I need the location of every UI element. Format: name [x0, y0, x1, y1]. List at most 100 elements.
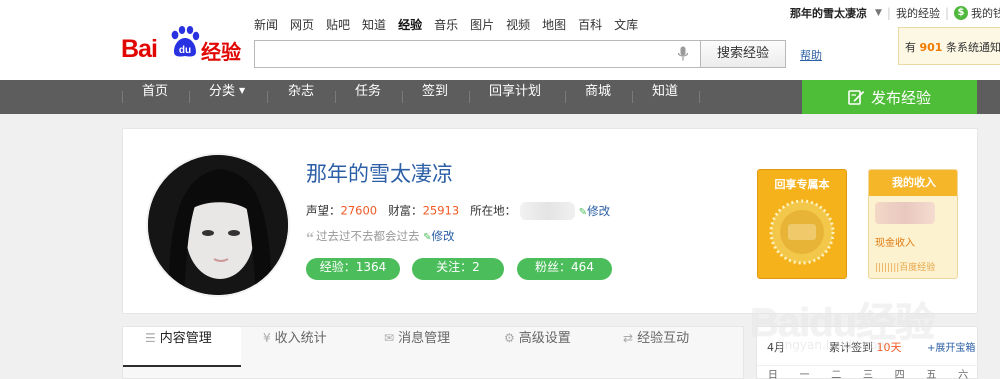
profile-name: 那年的雪太凄凉	[306, 162, 453, 186]
location-value-blurred	[520, 202, 576, 220]
chevron-down-icon: ▼	[239, 86, 246, 95]
income-footer: ||||||||百度经验	[875, 260, 935, 273]
my-income-card[interactable]: 我的收入 现金收入 ||||||||百度经验	[868, 169, 958, 279]
my-wallet-link[interactable]: 我的钱	[971, 5, 1000, 21]
top-nav-jingyan[interactable]: 经验	[398, 16, 422, 33]
top-nav-images[interactable]: 图片	[470, 16, 494, 33]
weekday: 四	[894, 370, 905, 379]
main-nav-category[interactable]: 分类 ▼	[209, 80, 245, 114]
nav-divider	[632, 91, 633, 103]
publish-experience-button[interactable]: 发布经验	[802, 80, 977, 114]
exchange-icon: ⇄	[623, 331, 634, 345]
dollar-coin-icon: $	[954, 6, 969, 20]
edit-location-label: 修改	[587, 203, 611, 218]
medal-icon	[769, 199, 835, 265]
edit-motto-label: 修改	[431, 229, 455, 243]
tab-label: 消息管理	[398, 331, 451, 346]
top-nav-baike[interactable]: 百科	[578, 16, 602, 33]
tab-experience-interaction[interactable]: ⇄ 经验互动	[623, 327, 723, 367]
notice-count: 901	[919, 41, 943, 54]
edit-location-link[interactable]: ✎修改	[579, 204, 610, 218]
main-nav-magazine[interactable]: 杂志	[288, 80, 314, 114]
motto-text: 过去过不去都会过去	[316, 229, 420, 243]
search-input[interactable]	[254, 40, 700, 68]
open-treasure-link[interactable]: +展开宝箱	[927, 339, 975, 354]
weekday-row: 日 一 二 三 四 五 六	[757, 365, 979, 379]
profile-motto: “过去过不去都会过去 ✎修改	[306, 228, 455, 248]
nav-divider	[189, 91, 190, 103]
open-treasure-label: 展开宝箱	[935, 343, 976, 354]
top-nav-video[interactable]: 视频	[506, 16, 530, 33]
weekday: 六	[958, 370, 969, 379]
system-notice-tooltip[interactable]: 有 901 条系统通知	[898, 27, 1000, 65]
weekday: 日	[767, 370, 778, 379]
weekday: 二	[831, 370, 842, 379]
notice-prefix: 有	[905, 41, 916, 54]
tab-message-management[interactable]: ✉ 消息管理	[384, 327, 484, 367]
wealth-value: 25913	[422, 203, 460, 218]
huixiang-exclusive-badge[interactable]: 回享专属本	[757, 169, 847, 279]
reputation-value: 27600	[340, 203, 378, 218]
wealth-label: 财富：	[388, 203, 423, 218]
nav-divider	[122, 91, 123, 103]
calendar-month: 4月	[767, 341, 785, 354]
publish-label: 发布经验	[870, 88, 931, 107]
help-link[interactable]: 帮助	[800, 47, 822, 63]
reputation-label: 声望：	[306, 203, 341, 218]
pencil-icon: ✎	[578, 206, 588, 218]
tab-income-stats[interactable]: ¥ 收入统计	[263, 327, 363, 367]
mail-icon: ✉	[384, 331, 395, 345]
main-nav-tasks[interactable]: 任务	[355, 80, 381, 114]
main-nav-category-label: 分类	[209, 84, 236, 99]
user-bar: 那年的雪太凄凉 ▼ | 我的经验 | $ 我的钱	[790, 5, 1000, 21]
tab-advanced-settings[interactable]: ⚙ 高级设置	[504, 327, 604, 367]
checkin-calendar: 4月 累计签到 10天 +展开宝箱 日 一 二 三 四 五 六	[756, 326, 979, 379]
cash-income-label: 现金收入	[875, 238, 915, 249]
avatar-photo	[148, 155, 288, 295]
nav-divider	[267, 91, 268, 103]
main-nav-huixiang-plan[interactable]: 回享计划	[489, 80, 541, 114]
top-nav-music[interactable]: 音乐	[434, 16, 458, 33]
quote-icon: “	[306, 230, 314, 247]
edit-icon	[848, 89, 865, 105]
tab-content-management[interactable]: ☰ 内容管理	[123, 327, 241, 367]
search-button[interactable]: 搜索经验	[700, 40, 786, 68]
main-nav-mall[interactable]: 商城	[585, 80, 611, 114]
top-nav-wenku[interactable]: 文库	[614, 16, 638, 33]
top-nav-zhidao[interactable]: 知道	[362, 16, 386, 33]
chevron-down-icon[interactable]: ▼	[875, 8, 882, 18]
tab-label: 经验互动	[637, 331, 690, 346]
baidu-jingyan-logo[interactable]: Bai du 经验	[121, 22, 251, 68]
top-nav-news[interactable]: 新闻	[254, 16, 278, 33]
main-nav-home[interactable]: 首页	[142, 80, 168, 114]
notice-suffix: 条系统通知	[945, 41, 1000, 54]
experience-count-pill[interactable]: 经验：1364	[306, 258, 400, 280]
gear-icon: ⚙	[504, 331, 515, 345]
weekday: 三	[862, 370, 873, 379]
location-label: 所在地：	[470, 203, 517, 218]
main-nav-checkin[interactable]: 签到	[422, 80, 448, 114]
username-link[interactable]: 那年的雪太凄凉	[790, 5, 867, 21]
income-footer-label: 百度经验	[899, 263, 936, 273]
baidu-paw-icon: du	[171, 26, 200, 57]
site-header: Bai du 经验 新闻 网页 贴吧 知道 经验 音乐 图片 视频 地图 百科 …	[0, 0, 1000, 80]
list-icon: ☰	[145, 331, 156, 345]
logo-brand-text: Bai	[121, 35, 158, 63]
avatar[interactable]	[148, 155, 288, 295]
logo-product-text: 经验	[201, 40, 241, 64]
edit-motto-link[interactable]: ✎修改	[423, 229, 454, 243]
tab-label: 收入统计	[274, 331, 327, 346]
main-nav-zhidao[interactable]: 知道	[652, 80, 678, 114]
fans-count-pill[interactable]: 粉丝：464	[517, 258, 612, 280]
nav-divider	[402, 91, 403, 103]
microphone-icon[interactable]	[677, 46, 689, 62]
top-nav-web[interactable]: 网页	[290, 16, 314, 33]
divider: |	[944, 6, 950, 20]
yen-icon: ¥	[263, 331, 271, 345]
top-nav-map[interactable]: 地图	[542, 16, 566, 33]
tab-label: 高级设置	[518, 331, 571, 346]
my-experience-link[interactable]: 我的经验	[896, 5, 940, 21]
income-value-blurred	[875, 202, 935, 224]
following-count-pill[interactable]: 关注：2	[412, 258, 504, 280]
top-nav-tieba[interactable]: 贴吧	[326, 16, 350, 33]
